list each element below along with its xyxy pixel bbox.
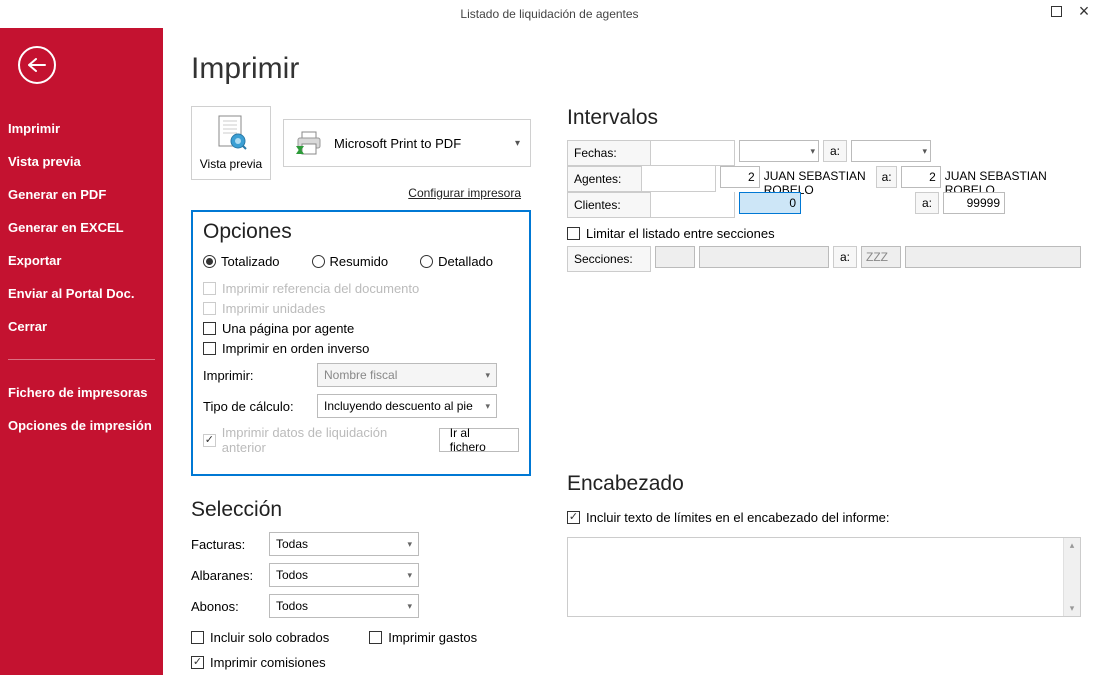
check-liquidacion-anterior: Imprimir datos de liquidación anterior [203, 425, 431, 455]
facturas-select[interactable]: Todas▾ [269, 532, 419, 556]
check-limitar-secciones[interactable]: Limitar el listado entre secciones [567, 226, 1081, 241]
printer-selector[interactable]: Microsoft Print to PDF ▾ [283, 119, 531, 167]
encabezado-textarea[interactable]: ▴ ▾ [567, 537, 1081, 617]
imprimir-label: Imprimir: [203, 368, 309, 383]
a-label-2: a: [876, 166, 897, 188]
page-title: Imprimir [191, 52, 531, 86]
configure-printer-link[interactable]: Configurar impresora [191, 186, 521, 200]
sidebar: Imprimir Vista previa Generar en PDF Gen… [0, 28, 163, 675]
sidebar-item-cerrar[interactable]: Cerrar [0, 310, 163, 343]
clientes-label: Clientes: [567, 192, 651, 218]
abonos-select[interactable]: Todos▾ [269, 594, 419, 618]
agentes-to-name: JUAN SEBASTIAN ROBELO [941, 166, 1081, 192]
secciones-from-code [655, 246, 695, 268]
albaranes-select[interactable]: Todos▾ [269, 563, 419, 587]
scrollbar[interactable]: ▴ ▾ [1063, 538, 1080, 616]
titlebar: Listado de liquidación de agentes × [0, 0, 1099, 28]
check-incluir-limites[interactable]: Incluir texto de límites en el encabezad… [567, 510, 1081, 525]
radio-detallado[interactable]: Detallado [420, 254, 493, 269]
vista-previa-button[interactable]: Vista previa [191, 106, 271, 180]
main-content: Imprimir Vista previa [163, 28, 1099, 675]
secciones-to-code [861, 246, 901, 268]
window-controls: × [1049, 4, 1091, 18]
a-label-4: a: [833, 246, 857, 268]
sidebar-item-pdf[interactable]: Generar en PDF [0, 178, 163, 211]
seleccion-heading: Selección [191, 498, 531, 522]
sidebar-item-fichero[interactable]: Fichero de impresoras [0, 376, 163, 409]
check-solo-cobrados[interactable]: Incluir solo cobrados [191, 630, 329, 645]
a-label-1: a: [823, 140, 847, 162]
options-panel: Opciones Totalizado Resumido Detallado I… [191, 210, 531, 476]
sidebar-item-exportar[interactable]: Exportar [0, 244, 163, 277]
window-title: Listado de liquidación de agentes [460, 7, 638, 21]
agentes-from-name: JUAN SEBASTIAN ROBELO [760, 166, 876, 192]
sidebar-item-vista-previa[interactable]: Vista previa [0, 145, 163, 178]
check-pagina-agente[interactable]: Una página por agente [203, 321, 519, 336]
printer-icon [294, 130, 324, 156]
clientes-from-input[interactable] [739, 192, 801, 214]
agentes-to-input[interactable] [901, 166, 941, 188]
clientes-to-input[interactable] [943, 192, 1005, 214]
sidebar-item-opciones[interactable]: Opciones de impresión [0, 409, 163, 442]
radio-resumido[interactable]: Resumido [312, 254, 389, 269]
document-preview-icon [215, 115, 247, 153]
encabezado-heading: Encabezado [567, 472, 1081, 496]
chevron-down-icon: ▾ [515, 138, 520, 149]
check-imprimir-comisiones[interactable]: Imprimir comisiones [191, 655, 531, 670]
secciones-from-name [699, 246, 829, 268]
check-unidades: Imprimir unidades [203, 301, 519, 316]
secciones-label: Secciones: [567, 246, 651, 272]
vista-previa-label: Vista previa [200, 157, 262, 171]
agentes-from-input[interactable] [720, 166, 760, 188]
close-button[interactable]: × [1077, 4, 1091, 18]
imprimir-select: Nombre fiscal▾ [317, 363, 497, 387]
back-button[interactable] [18, 46, 56, 84]
sidebar-separator [8, 359, 155, 360]
sidebar-item-excel[interactable]: Generar en EXCEL [0, 211, 163, 244]
sidebar-item-portal[interactable]: Enviar al Portal Doc. [0, 277, 163, 310]
maximize-button[interactable] [1049, 4, 1063, 18]
facturas-label: Facturas: [191, 537, 261, 552]
check-orden-inverso[interactable]: Imprimir en orden inverso [203, 341, 519, 356]
a-label-3: a: [915, 192, 939, 214]
fecha-to-select[interactable]: ▾ [851, 140, 931, 162]
scroll-down-icon: ▾ [1070, 603, 1075, 614]
fecha-from-select[interactable]: ▾ [739, 140, 819, 162]
intervalos-heading: Intervalos [567, 106, 1081, 130]
scroll-up-icon: ▴ [1070, 540, 1075, 551]
printer-name: Microsoft Print to PDF [334, 136, 461, 151]
tipo-calculo-label: Tipo de cálculo: [203, 399, 309, 414]
check-referencia: Imprimir referencia del documento [203, 281, 519, 296]
agentes-label: Agentes: [567, 166, 642, 192]
radio-totalizado[interactable]: Totalizado [203, 254, 280, 269]
tipo-calculo-select[interactable]: Incluyendo descuento al pie▾ [317, 394, 497, 418]
secciones-to-name [905, 246, 1081, 268]
options-heading: Opciones [203, 220, 519, 244]
ir-al-fichero-button[interactable]: Ir al fichero [439, 428, 519, 452]
albaranes-label: Albaranes: [191, 568, 261, 583]
sidebar-item-imprimir[interactable]: Imprimir [0, 112, 163, 145]
fechas-label: Fechas: [567, 140, 651, 166]
check-imprimir-gastos[interactable]: Imprimir gastos [369, 630, 477, 645]
abonos-label: Abonos: [191, 599, 261, 614]
